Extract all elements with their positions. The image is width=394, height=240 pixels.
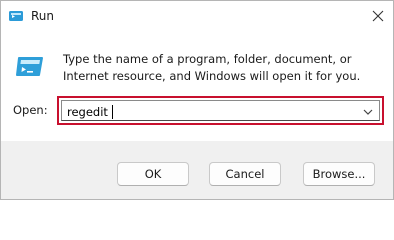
ok-button[interactable]: OK (117, 162, 189, 186)
open-combobox[interactable] (57, 96, 384, 125)
open-field-frame (61, 100, 380, 121)
text-caret (112, 105, 113, 119)
close-icon (372, 7, 384, 26)
chevron-down-icon[interactable] (361, 106, 375, 118)
close-button[interactable] (363, 1, 393, 31)
instructions-text: Type the name of a program, folder, docu… (63, 52, 361, 83)
run-app-icon (15, 53, 45, 81)
run-icon (8, 8, 24, 24)
cancel-button[interactable]: Cancel (209, 162, 281, 186)
run-dialog: Run Type the name of a program, folder, … (0, 0, 394, 200)
open-input[interactable] (67, 103, 347, 121)
window-title: Run (31, 9, 55, 23)
browse-button[interactable]: Browse... (303, 162, 375, 186)
button-bar: OK Cancel Browse... (1, 141, 393, 199)
open-label: Open: (13, 103, 48, 117)
title-bar[interactable]: Run (1, 1, 393, 31)
